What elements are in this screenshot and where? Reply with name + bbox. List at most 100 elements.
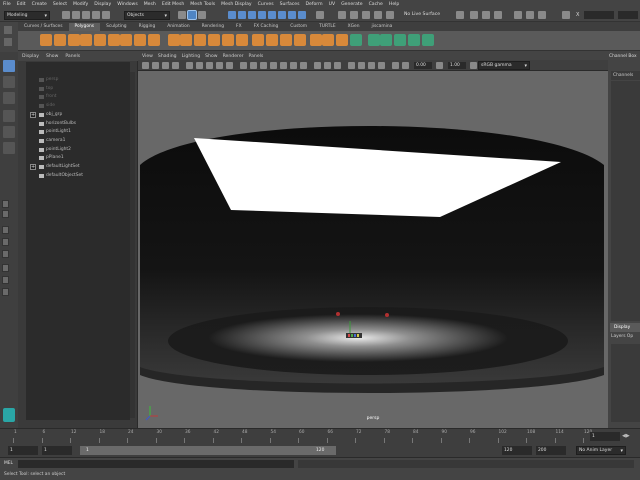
outliner-item-top[interactable]: top [26,85,130,93]
hypershade-window-icon[interactable] [538,11,546,19]
shelf-editor-icon[interactable] [4,38,12,46]
custom-layout-3-icon[interactable] [2,288,9,296]
insert-edge-loop-icon[interactable] [408,34,420,46]
point-light-2-marker[interactable] [385,313,389,317]
select-by-handle-icon[interactable] [228,11,236,19]
single-view-layout-icon[interactable] [2,200,9,208]
quad-draw-icon[interactable] [350,34,362,46]
motion-blur-icon[interactable] [358,62,365,69]
open-scene-icon[interactable] [72,11,80,19]
object-select-icon[interactable] [187,10,197,20]
outliner-item-camera1[interactable]: camera1 [26,137,130,145]
snap-curve-icon[interactable] [350,11,358,19]
select-surfaces-icon[interactable] [258,11,266,19]
select-misc-icon[interactable] [298,11,306,19]
xray-icon[interactable] [314,62,321,69]
lock-selection-icon[interactable] [316,11,324,19]
shelf-tab-polygons[interactable]: Polygons [68,23,101,31]
snap-grid-icon[interactable] [338,11,346,19]
textured-icon[interactable] [280,62,287,69]
menu-edit-mesh[interactable]: Edit Mesh [162,2,184,7]
scene-view[interactable] [138,71,608,428]
persp-graph-layout-icon[interactable] [2,238,9,246]
target-weld-icon[interactable] [322,34,334,46]
shelf-tab-rigging[interactable]: Rigging [133,23,162,31]
poly-sphere-icon[interactable] [40,34,52,46]
field-chart-icon[interactable] [226,62,233,69]
film-gate-icon[interactable] [196,62,203,69]
smooth-icon[interactable] [208,34,220,46]
menu-file[interactable]: File [3,2,11,7]
ipr-render-icon[interactable] [482,11,490,19]
animation-end-field[interactable]: 200 [536,446,566,455]
animation-start-field[interactable]: 1 [8,446,38,455]
outliner-item-persp[interactable]: persp [26,76,130,84]
poly-cube-icon[interactable] [54,34,66,46]
snap-view-plane-icon[interactable] [374,11,382,19]
viewport-menu-shading[interactable]: Shading [158,54,177,59]
menu-windows[interactable]: Windows [117,2,138,7]
color-management-icon[interactable] [470,62,477,69]
input-ops-icon[interactable] [456,11,464,19]
render-settings-icon[interactable] [494,11,502,19]
use-default-material-icon[interactable] [260,62,267,69]
menu-mesh-display[interactable]: Mesh Display [221,2,252,7]
connect-icon[interactable] [336,34,348,46]
image-plane-icon[interactable] [172,62,179,69]
render-view-icon[interactable] [526,11,534,19]
grid-icon[interactable] [186,62,193,69]
multisample-aa-icon[interactable] [368,62,375,69]
bevel-icon[interactable] [266,34,278,46]
resolution-gate-icon[interactable] [206,62,213,69]
menu-modify[interactable]: Modify [73,2,88,7]
outliner-menu-show[interactable]: Show [46,54,58,59]
shelf-tab-custom[interactable]: Custom [284,23,313,31]
multi-cut-icon[interactable] [310,34,322,46]
workspace-icon[interactable] [3,408,15,422]
bridge-icon[interactable] [252,34,264,46]
smooth-shade-icon[interactable] [250,62,257,69]
append-polygon-icon[interactable] [294,34,306,46]
shelf-tab-rendering[interactable]: Rendering [196,23,230,31]
menu-mesh-tools[interactable]: Mesh Tools [190,2,215,7]
menu-generate[interactable]: Generate [341,2,362,7]
playback-end-field[interactable]: 120 [502,446,532,455]
shelf-tab-fx[interactable]: FX [230,23,248,31]
shelf-tab-sculpting[interactable]: Sculpting [100,23,133,31]
separate-icon[interactable] [194,34,206,46]
undo-icon[interactable] [92,11,100,19]
poly-pyramid-icon[interactable] [148,34,160,46]
command-input[interactable] [18,460,294,468]
outliner-item-front[interactable]: front [26,93,130,101]
new-scene-icon[interactable] [62,11,70,19]
poly-plane-icon[interactable] [108,34,120,46]
shelf-menu-icon[interactable] [4,26,12,34]
outliner-item-defaultobjectset[interactable]: defaultObjectSet [26,172,130,180]
hierarchy-select-icon[interactable] [178,11,186,19]
isolate-select-icon[interactable] [392,62,399,69]
outliner-item-side[interactable]: side [26,102,130,110]
poly-platonic-icon[interactable] [134,34,146,46]
viewport-menu-lighting[interactable]: Lighting [182,54,201,59]
point-light-1-marker[interactable] [336,312,340,316]
bookmark-icon[interactable] [162,62,169,69]
expand-icon[interactable]: + [30,164,36,170]
shelf-tab-turtle[interactable]: TURTLE [313,23,342,31]
poly-cylinder-icon[interactable] [68,34,80,46]
poly-torus-icon[interactable] [94,34,106,46]
gamma-field[interactable]: 1.00 [448,62,466,69]
outliner-item-obj-grp[interactable]: + obj_grp [26,111,130,119]
shelf-tab-jiscamina[interactable]: jiscamina [366,23,399,31]
poly-cone-icon[interactable] [80,34,92,46]
extrude-icon[interactable] [236,34,248,46]
time-slider[interactable]: 1 6 12 18 24 30 36 42 48 54 60 66 72 78 84 90 96 102 108 11… [0,428,640,445]
shelf-tab-animation[interactable]: Animation [161,23,195,31]
outliner-scrollbar[interactable] [130,72,135,418]
outliner-menu-panels[interactable]: Panels [65,54,80,59]
select-joints-icon[interactable] [238,11,246,19]
anim-layer-dropdown[interactable]: No Anim Layer [576,446,626,455]
planar-uv-icon[interactable] [380,34,392,46]
move-tool-icon[interactable] [3,110,15,122]
depth-of-field-icon[interactable] [378,62,385,69]
lasso-tool-icon[interactable] [3,76,15,88]
